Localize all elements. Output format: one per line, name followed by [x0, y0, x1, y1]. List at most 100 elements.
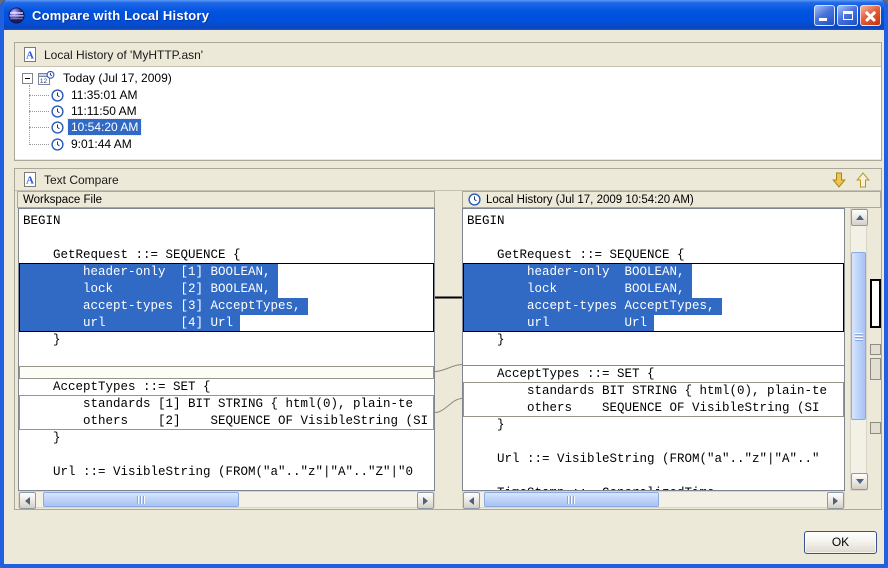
grip-icon — [567, 496, 576, 504]
scroll-left-button[interactable] — [463, 492, 480, 509]
left-triangle-icon — [469, 497, 474, 505]
right-horizontal-scrollbar[interactable] — [462, 491, 845, 508]
svg-text:A: A — [26, 50, 34, 62]
left-triangle-icon — [25, 497, 30, 505]
previous-difference-button[interactable] — [854, 171, 872, 189]
diff-empty-box — [19, 366, 434, 379]
svg-text:A: A — [26, 175, 34, 187]
overview-marker[interactable] — [870, 344, 881, 355]
code-line: GetRequest ::= SEQUENCE { — [23, 247, 434, 264]
code-line — [467, 468, 844, 485]
right-pane-header: Local History (Jul 17, 2009 10:54:20 AM) — [462, 191, 881, 208]
code-line: GetRequest ::= SEQUENCE { — [467, 247, 844, 264]
code-line: standards BIT STRING { html(0), plain-te — [467, 383, 844, 400]
revision-item[interactable]: 9:01:44 AM — [51, 136, 135, 152]
minimize-button[interactable] — [814, 5, 835, 26]
code-line: url [4] Url — [23, 315, 434, 332]
revision-item[interactable]: 11:35:01 AM — [51, 87, 141, 103]
code-line: others SEQUENCE OF VisibleString (SI — [467, 400, 844, 417]
clock-icon — [468, 193, 481, 206]
local-history-title: Local History of 'MyHTTP.asn' — [44, 48, 203, 62]
up-arrow-icon — [856, 172, 870, 188]
code-line: BEGIN — [467, 213, 844, 230]
code-line: header-only BOOLEAN, — [467, 264, 844, 281]
diff-connector-gutter — [435, 208, 462, 491]
code-line: lock BOOLEAN, — [467, 281, 844, 298]
clock-icon — [51, 121, 64, 134]
revision-item[interactable]: 11:11:50 AM — [51, 103, 140, 119]
scroll-right-button[interactable] — [827, 492, 844, 509]
code-line: header-only [1] BOOLEAN, — [23, 264, 434, 281]
next-difference-button[interactable] — [830, 171, 848, 189]
revision-item[interactable]: 10:54:20 AM — [51, 119, 141, 135]
code-line: lock [2] BOOLEAN, — [23, 281, 434, 298]
code-line: BEGIN — [23, 213, 434, 230]
right-pane-title: Local History (Jul 17, 2009 10:54:20 AM) — [486, 194, 694, 206]
revision-tree[interactable]: 12 Today (Jul 17, 2009) 11:35:01 AM11:11… — [15, 67, 881, 159]
code-line — [467, 434, 844, 451]
window-title: Compare with Local History — [32, 8, 209, 23]
vertical-scrollbar[interactable] — [850, 208, 867, 491]
collapse-expander-icon[interactable] — [22, 73, 33, 84]
asn-file-a-icon: A — [23, 47, 37, 62]
workspace-file-pane[interactable]: BEGIN GetRequest ::= SEQUENCE { header-o… — [18, 208, 435, 491]
code-line: } — [467, 332, 844, 349]
code-line: AcceptTypes ::= SET { — [23, 379, 434, 396]
code-line: accept-types AcceptTypes, — [467, 298, 844, 315]
code-line: AcceptTypes ::= SET { — [467, 366, 844, 383]
code-line — [467, 230, 844, 247]
code-line: url Url — [467, 315, 844, 332]
overview-ruler — [870, 208, 882, 491]
revision-label: 11:11:50 AM — [68, 103, 140, 119]
clock-icon — [51, 138, 64, 151]
code-line — [23, 230, 434, 247]
minimize-icon — [819, 18, 827, 21]
revision-label: 10:54:20 AM — [68, 119, 141, 135]
local-history-panel: A Local History of 'MyHTTP.asn' 12 — [14, 42, 882, 161]
right-pane-code: BEGIN GetRequest ::= SEQUENCE { header-o… — [467, 213, 844, 491]
text-compare-panel: A Text Compare Workspace File Local Hist… — [14, 168, 882, 510]
close-button[interactable] — [860, 5, 881, 26]
local-history-pane[interactable]: BEGIN GetRequest ::= SEQUENCE { header-o… — [462, 208, 845, 491]
up-triangle-icon — [856, 215, 864, 220]
tree-root-item[interactable]: 12 Today (Jul 17, 2009) — [22, 70, 175, 86]
ok-button[interactable]: OK — [804, 531, 877, 554]
maximize-icon — [843, 11, 853, 20]
titlebar[interactable]: Compare with Local History — [0, 0, 888, 30]
compare-dialog-window: Compare with Local History A Local Histo… — [0, 0, 888, 568]
left-pane-code: BEGIN GetRequest ::= SEQUENCE { header-o… — [23, 213, 434, 481]
code-line: accept-types [3] AcceptTypes, — [23, 298, 434, 315]
scroll-down-button[interactable] — [851, 473, 868, 490]
text-compare-header: A Text Compare — [15, 169, 881, 191]
code-line — [467, 349, 844, 366]
code-line — [23, 447, 434, 464]
maximize-button[interactable] — [837, 5, 858, 26]
svg-text:12: 12 — [40, 78, 48, 85]
overview-marker[interactable] — [870, 358, 881, 380]
vscroll-thumb[interactable] — [851, 252, 866, 420]
right-hscroll-thumb[interactable] — [484, 492, 659, 507]
left-hscroll-thumb[interactable] — [43, 492, 239, 507]
overview-marker[interactable] — [870, 422, 881, 434]
scroll-left-button[interactable] — [19, 492, 36, 509]
code-line: Url ::= VisibleString (FROM("a".."z"|"A"… — [467, 451, 844, 468]
code-line — [23, 349, 434, 366]
code-line: } — [467, 417, 844, 434]
code-line: others [2] SEQUENCE OF VisibleString (SI — [23, 413, 434, 430]
right-triangle-icon — [833, 497, 838, 505]
down-arrow-icon — [832, 172, 846, 188]
overview-marker-selected[interactable] — [870, 279, 881, 328]
text-compare-title: Text Compare — [44, 173, 119, 187]
eclipse-sphere-icon — [8, 7, 25, 24]
left-pane-header: Workspace File — [17, 191, 435, 208]
calendar-clock-icon: 12 — [38, 71, 55, 86]
left-horizontal-scrollbar[interactable] — [18, 491, 435, 508]
clock-icon — [51, 105, 64, 118]
scroll-up-button[interactable] — [851, 209, 868, 226]
scroll-right-button[interactable] — [417, 492, 434, 509]
code-line: standards [1] BIT STRING { html(0), plai… — [23, 396, 434, 413]
local-history-header: A Local History of 'MyHTTP.asn' — [15, 43, 881, 67]
revision-label: 9:01:44 AM — [68, 136, 135, 152]
tree-connector-line — [29, 85, 30, 145]
grip-icon — [137, 496, 146, 504]
